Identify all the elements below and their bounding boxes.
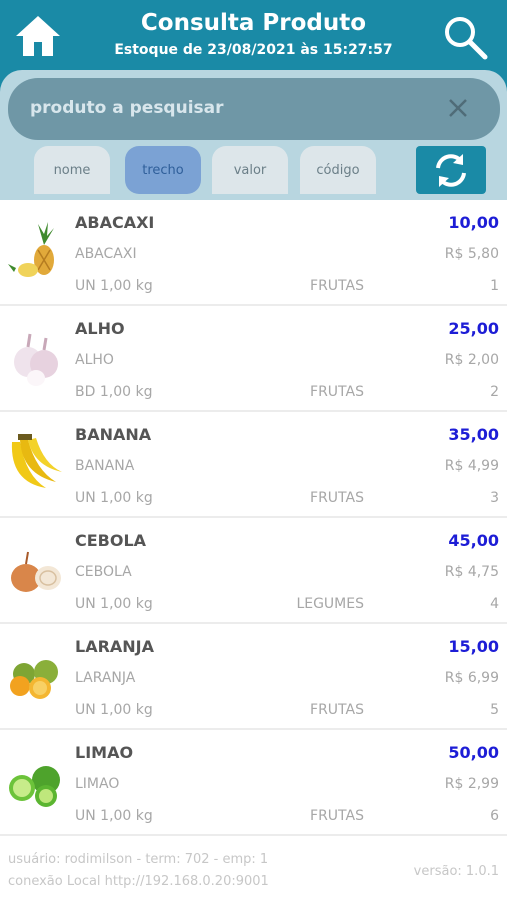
product-description: ABACAXI (75, 246, 137, 262)
product-quantity: 15,00 (448, 637, 499, 656)
product-row[interactable]: LIMAO LIMAO UN 1,00 kg FRUTAS 50,00 R$ 2… (0, 730, 507, 836)
product-code: 5 (490, 702, 499, 718)
banana-icon (11, 434, 62, 488)
product-price: R$ 2,99 (444, 776, 499, 792)
product-price: R$ 4,99 (444, 458, 499, 474)
product-code: 2 (490, 384, 499, 400)
product-unit: UN 1,00 kg (75, 490, 153, 506)
product-code: 1 (490, 278, 499, 294)
product-code: 6 (490, 808, 499, 824)
product-code: 4 (490, 596, 499, 612)
product-row[interactable]: BANANA BANANA UN 1,00 kg FRUTAS 35,00 R$… (0, 412, 507, 518)
search-input[interactable]: produto a pesquisar (8, 78, 500, 140)
search-placeholder: produto a pesquisar (30, 98, 224, 118)
product-name: LIMAO (75, 743, 134, 762)
product-row[interactable]: CEBOLA CEBOLA UN 1,00 kg LEGUMES 45,00 R… (0, 518, 507, 624)
product-quantity: 50,00 (448, 743, 499, 762)
product-category: FRUTAS (310, 384, 364, 400)
refresh-icon (436, 154, 466, 187)
app-version: versão: 1.0.1 (413, 864, 499, 879)
product-description: LARANJA (75, 670, 136, 686)
garlic-icon (14, 333, 58, 386)
product-name: ABACAXI (75, 213, 155, 232)
product-price: R$ 2,00 (444, 352, 499, 368)
product-quantity: 25,00 (448, 319, 499, 338)
product-price: R$ 5,80 (444, 246, 499, 262)
product-name: LARANJA (75, 637, 155, 656)
search-icon[interactable] (442, 14, 488, 60)
onion-icon (11, 551, 61, 592)
stock-timestamp: Estoque de 23/08/2021 às 15:27:57 (114, 42, 393, 58)
clear-search-icon[interactable] (446, 96, 470, 120)
product-description: ALHO (75, 352, 114, 368)
product-row[interactable]: ALHO ALHO BD 1,00 kg FRUTAS 25,00 R$ 2,0… (0, 306, 507, 412)
product-description: LIMAO (75, 776, 120, 792)
product-row[interactable]: LARANJA LARANJA UN 1,00 kg FRUTAS 15,00 … (0, 624, 507, 730)
product-category: FRUTAS (310, 808, 364, 824)
product-code: 3 (490, 490, 499, 506)
product-description: BANANA (75, 458, 135, 474)
filter-tab-codigo[interactable]: código (300, 146, 376, 194)
user-info: usuário: rodimilson - term: 702 - emp: 1 (8, 852, 269, 867)
page-title: Consulta Produto (140, 10, 367, 36)
product-unit: UN 1,00 kg (75, 808, 153, 824)
product-price: R$ 6,99 (444, 670, 499, 686)
product-quantity: 45,00 (448, 531, 499, 550)
refresh-button[interactable] (416, 146, 486, 194)
product-name: ALHO (75, 319, 125, 338)
filter-tab-valor[interactable]: valor (212, 146, 288, 194)
product-quantity: 35,00 (448, 425, 499, 444)
filter-tab-trecho[interactable]: trecho (125, 146, 201, 194)
lime-icon (9, 766, 60, 807)
product-price: R$ 4,75 (444, 564, 499, 580)
product-quantity: 10,00 (448, 213, 499, 232)
product-unit: UN 1,00 kg (75, 278, 153, 294)
product-unit: UN 1,00 kg (75, 702, 153, 718)
status-footer: usuário: rodimilson - term: 702 - emp: 1… (0, 836, 507, 900)
connection-info: conexão Local http://192.168.0.20:9001 (8, 874, 269, 889)
product-category: FRUTAS (310, 490, 364, 506)
orange-icon (10, 660, 58, 699)
filter-tab-nome[interactable]: nome (34, 146, 110, 194)
product-name: BANANA (75, 425, 152, 444)
product-category: FRUTAS (310, 278, 364, 294)
product-category: FRUTAS (310, 702, 364, 718)
product-category: LEGUMES (296, 596, 364, 612)
product-unit: BD 1,00 kg (75, 384, 153, 400)
product-unit: UN 1,00 kg (75, 596, 153, 612)
product-row[interactable]: ABACAXI ABACAXI UN 1,00 kg FRUTAS 10,00 … (0, 200, 507, 306)
pineapple-icon (8, 222, 54, 277)
product-description: CEBOLA (75, 564, 132, 580)
product-name: CEBOLA (75, 531, 147, 550)
